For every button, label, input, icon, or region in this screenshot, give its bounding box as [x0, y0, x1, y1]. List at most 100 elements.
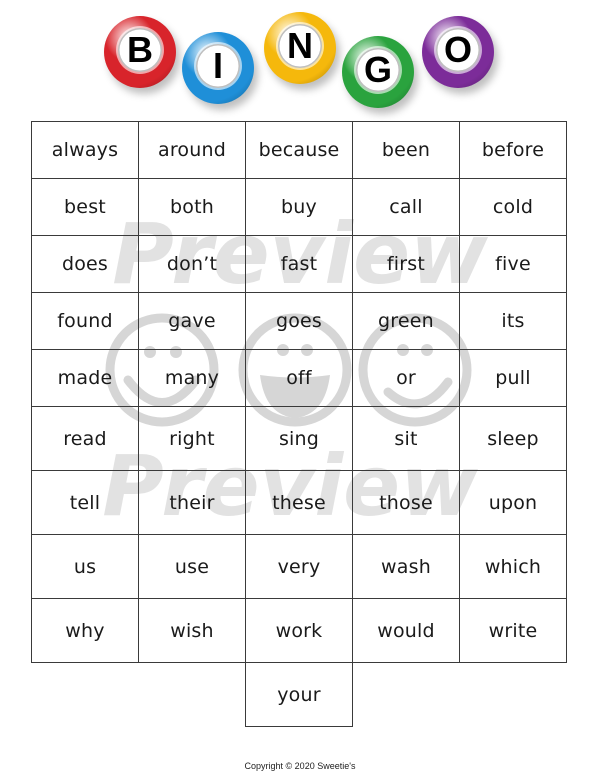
- grid-row: why wish work would write: [31, 598, 567, 663]
- word-cell: first: [352, 235, 460, 293]
- word-text: those: [379, 491, 433, 514]
- word-text: been: [381, 139, 431, 161]
- word-cell: write: [459, 598, 567, 663]
- word-text: tell: [69, 491, 101, 514]
- word-text: sleep: [487, 427, 539, 450]
- word-text: does: [61, 253, 109, 275]
- bingo-ball-n: N: [264, 12, 336, 84]
- word-cell: goes: [245, 292, 353, 350]
- word-text: use: [174, 555, 210, 578]
- grid-row: made many off or pull: [31, 349, 567, 407]
- word-cell: fast: [245, 235, 353, 293]
- word-text: cold: [492, 196, 534, 218]
- word-cell: green: [352, 292, 460, 350]
- word-text: its: [501, 310, 525, 332]
- word-text: call: [389, 196, 423, 218]
- grid-row: best both buy call cold: [31, 178, 567, 236]
- bingo-ball-o: O: [422, 16, 494, 88]
- word-cell: gave: [138, 292, 246, 350]
- word-text: off: [286, 367, 312, 389]
- word-cell: because: [245, 121, 353, 179]
- grid-row: always around because been before: [31, 121, 567, 179]
- word-cell: its: [459, 292, 567, 350]
- word-cell: does: [31, 235, 139, 293]
- word-text: your: [277, 683, 321, 706]
- word-cell: don’t: [138, 235, 246, 293]
- word-cell: their: [138, 470, 246, 535]
- word-cell: would: [352, 598, 460, 663]
- word-grid: always around because been before best both buy…: [31, 121, 567, 727]
- bingo-ball-g: G: [342, 36, 414, 108]
- word-cell: wish: [138, 598, 246, 663]
- word-cell: around: [138, 121, 246, 179]
- bingo-ball-i: I: [182, 32, 254, 104]
- empty-cell: [138, 662, 246, 727]
- word-cell: these: [245, 470, 353, 535]
- empty-cell: [31, 662, 139, 727]
- ball-letter: G: [363, 49, 392, 90]
- word-text: found: [57, 310, 113, 332]
- word-text: gave: [168, 310, 216, 332]
- word-text: these: [272, 491, 326, 514]
- word-cell: always: [31, 121, 139, 179]
- word-text: buy: [281, 196, 317, 218]
- word-text: why: [65, 619, 105, 642]
- word-text: because: [258, 139, 340, 161]
- word-cell: many: [138, 349, 246, 407]
- word-text: sing: [278, 427, 320, 450]
- word-cell: off: [245, 349, 353, 407]
- word-cell: best: [31, 178, 139, 236]
- word-cell: your: [245, 662, 353, 727]
- word-text: green: [378, 310, 434, 332]
- word-text: first: [386, 253, 426, 275]
- word-cell: made: [31, 349, 139, 407]
- word-text: wash: [381, 555, 431, 578]
- grid-row: does don’t fast first five: [31, 235, 567, 293]
- word-text: read: [63, 427, 107, 450]
- word-cell: before: [459, 121, 567, 179]
- word-cell: right: [138, 406, 246, 471]
- grid-row: read right sing sit sleep: [31, 406, 567, 471]
- word-cell: five: [459, 235, 567, 293]
- word-cell: tell: [31, 470, 139, 535]
- word-text: work: [275, 619, 323, 642]
- word-text: don’t: [166, 253, 218, 275]
- word-cell: work: [245, 598, 353, 663]
- word-cell: been: [352, 121, 460, 179]
- word-cell: why: [31, 598, 139, 663]
- word-cell: use: [138, 534, 246, 599]
- word-cell: upon: [459, 470, 567, 535]
- word-text: many: [164, 367, 220, 389]
- word-text: wish: [170, 619, 214, 642]
- word-text: around: [157, 139, 226, 161]
- word-text: write: [488, 619, 538, 642]
- word-text: fast: [280, 253, 318, 275]
- word-text: right: [169, 427, 215, 450]
- word-cell: call: [352, 178, 460, 236]
- grid-row: tell their these those upon: [31, 470, 567, 535]
- word-text: or: [396, 367, 416, 389]
- ball-letter: N: [287, 25, 313, 66]
- word-text: always: [51, 139, 119, 161]
- word-text: very: [277, 555, 321, 578]
- word-text: pull: [495, 367, 531, 389]
- copyright-text: Copyright © 2020 Sweetie's: [244, 761, 356, 771]
- word-cell: read: [31, 406, 139, 471]
- ball-letter: I: [212, 45, 223, 86]
- grid-row: found gave goes green its: [31, 292, 567, 350]
- word-cell: us: [31, 534, 139, 599]
- bingo-title: B I N G O: [0, 0, 600, 118]
- word-cell: wash: [352, 534, 460, 599]
- ball-letter: O: [443, 29, 472, 70]
- word-text: goes: [275, 310, 323, 332]
- word-text: us: [73, 555, 97, 578]
- word-cell: buy: [245, 178, 353, 236]
- word-cell: found: [31, 292, 139, 350]
- word-text: best: [64, 196, 106, 218]
- empty-cell: [459, 662, 567, 727]
- grid-row: us use very wash which: [31, 534, 567, 599]
- word-cell: both: [138, 178, 246, 236]
- word-text: before: [481, 139, 545, 161]
- word-text: five: [495, 253, 531, 275]
- word-cell: those: [352, 470, 460, 535]
